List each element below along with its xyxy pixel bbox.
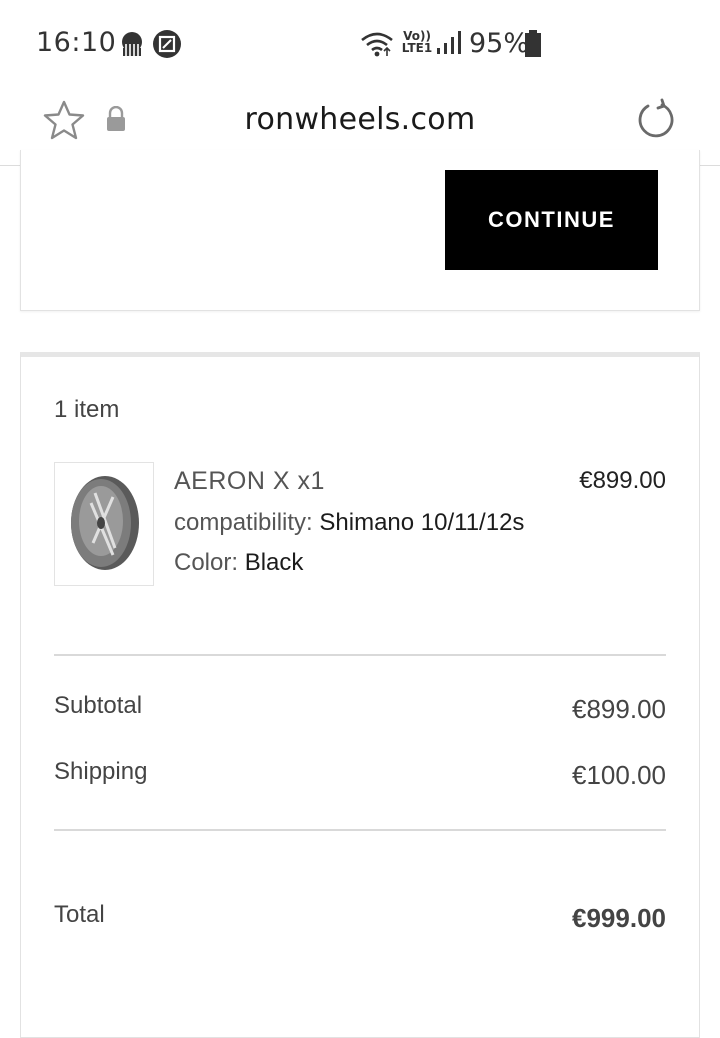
product-name[interactable]: AERON X x1 [174,467,325,496]
total-label: Total [54,901,105,928]
total-value: €999.00 [572,903,666,933]
reload-icon[interactable] [636,98,676,140]
url-bar[interactable]: ronwheels.com [0,102,720,137]
battery-percent: 95% [469,28,530,59]
property-value: Shimano 10/11/12s [319,509,525,536]
disc-wheel-image [71,476,139,570]
screenshot-notification-icon [153,30,181,58]
app-notification-icon [122,32,142,56]
status-time: 16:10 [36,27,117,58]
shipping-value: €100.00 [572,760,666,790]
subtotal-label: Subtotal [54,692,143,719]
wifi-icon [361,32,393,57]
product-thumbnail[interactable] [54,462,154,586]
divider [54,654,666,656]
signal-strength-icon [437,31,461,54]
property-label: compatibility: [174,509,313,536]
item-count: 1 item [54,396,120,423]
continue-button[interactable]: CONTINUE [445,170,658,270]
property-value: Black [244,549,304,576]
volte-indicator: Vo)) LTE1 [401,29,433,55]
status-bar: 16:10 Vo)) LTE1 95% [0,0,720,88]
shipping-label: Shipping [54,758,148,785]
battery-icon [525,30,541,57]
product-price: €899.00 [579,467,666,494]
divider [54,829,666,831]
product-property-color: Color: Black [174,549,303,577]
property-label: Color: [174,549,239,576]
product-property-compatibility: compatibility: Shimano 10/11/12s [174,509,524,537]
subtotal-value: €899.00 [572,694,666,724]
